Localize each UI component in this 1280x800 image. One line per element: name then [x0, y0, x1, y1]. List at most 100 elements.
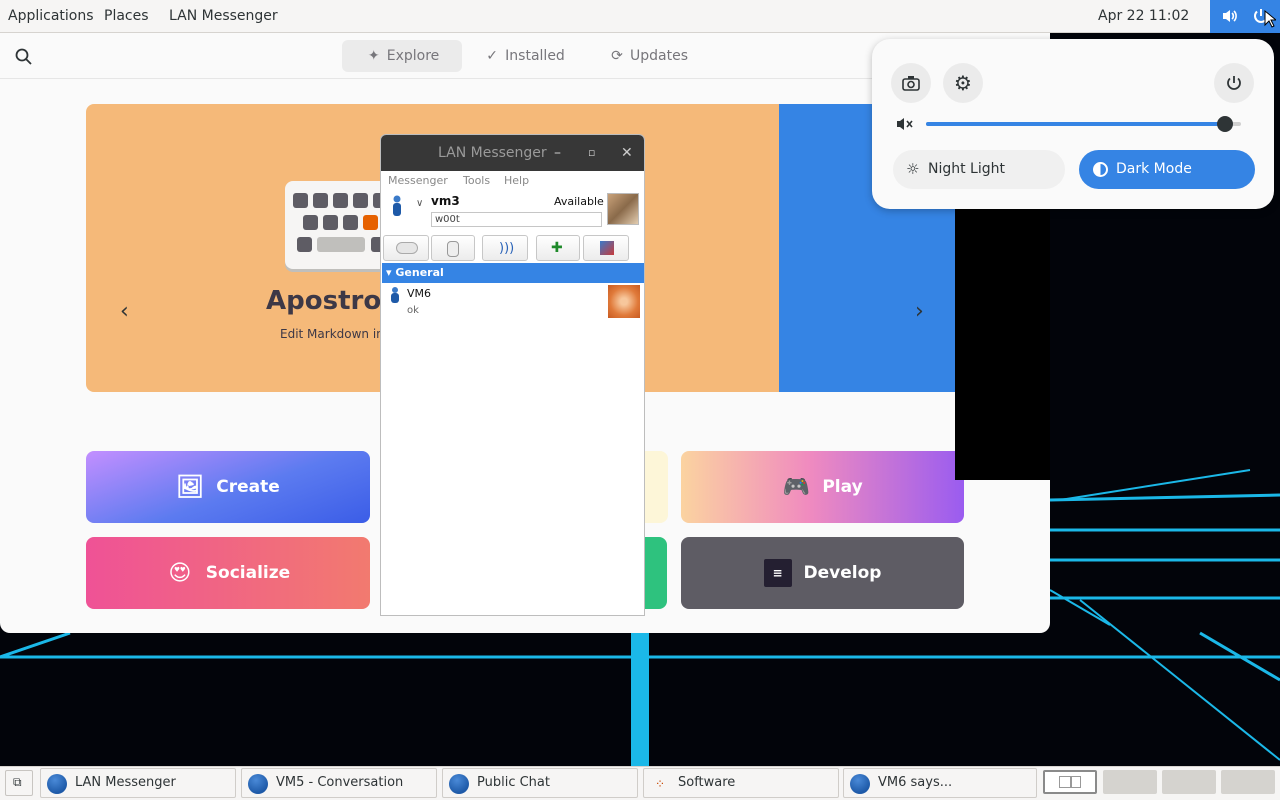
screenshot-button[interactable] [891, 63, 931, 103]
workspace-1[interactable] [1043, 770, 1097, 794]
user-status-icon [393, 195, 401, 216]
broadcast-icon: ))) [499, 241, 515, 256]
close-icon[interactable]: ✕ [621, 135, 633, 171]
category-socialize-label: Socialize [205, 563, 291, 583]
applications-menu[interactable]: Applications [8, 0, 94, 33]
workspace-window-thumb [1059, 776, 1071, 788]
settings-button[interactable]: ⚙ [943, 63, 983, 103]
category-partial-tile[interactable] [645, 451, 668, 523]
gear-icon: ⚙ [954, 71, 972, 95]
workspace-2[interactable] [1103, 770, 1157, 794]
create-icon: 🖼 [176, 474, 205, 500]
category-develop[interactable]: ≡ Develop [681, 537, 964, 609]
explore-icon: ✦ [367, 48, 380, 64]
volume-muted-icon[interactable] [895, 115, 915, 133]
task-public-chat[interactable]: Public Chat [442, 768, 638, 798]
workspace-4[interactable] [1221, 770, 1275, 794]
dark-mode-toggle[interactable]: Dark Mode [1079, 150, 1255, 189]
dark-mode-icon [1093, 162, 1108, 177]
top-panel: Applications Places LAN Messenger Apr 22… [0, 0, 1280, 33]
tools-button[interactable] [583, 235, 629, 261]
lan-messenger-icon [47, 774, 67, 794]
lan-window-title: LAN Messenger [438, 145, 547, 161]
user-note-field[interactable]: w00t [431, 212, 602, 227]
tab-installed-label: Installed [505, 48, 565, 64]
software-icon: ⁘ [654, 777, 666, 791]
night-light-toggle[interactable]: ☼ Night Light [893, 150, 1065, 189]
places-menu[interactable]: Places [104, 0, 149, 33]
task-lan-messenger[interactable]: LAN Messenger [40, 768, 236, 798]
task-label: Software [678, 775, 736, 790]
sun-icon: ☼ [906, 160, 920, 178]
task-label: LAN Messenger [75, 775, 176, 790]
tab-explore-label: Explore [386, 48, 440, 64]
add-contact-button[interactable]: ✚ [536, 235, 580, 261]
dark-mode-label: Dark Mode [1116, 161, 1192, 177]
workspace-window-thumb [1071, 776, 1081, 788]
tab-installed[interactable]: ✓ Installed [474, 40, 574, 72]
user-name: vm3 [431, 194, 460, 208]
task-software[interactable]: ⁘ Software [643, 768, 839, 798]
terminal-icon: ≡ [763, 559, 792, 587]
group-label: General [395, 266, 444, 279]
power-icon [1227, 76, 1241, 90]
system-tray[interactable] [1210, 0, 1280, 33]
chat-button[interactable] [383, 235, 429, 261]
banner-next-arrow-icon[interactable]: › [915, 299, 924, 324]
quick-settings-menu: ⚙ ☼ Night Light Dark Mode [872, 39, 1274, 209]
volume-slider[interactable] [926, 116, 1241, 132]
featured-app-subtitle: Edit Markdown in s [280, 327, 394, 341]
broadcast-button[interactable]: ))) [482, 235, 528, 261]
search-icon[interactable] [15, 48, 32, 65]
menu-help[interactable]: Help [504, 174, 529, 187]
task-label: VM5 - Conversation [276, 775, 404, 790]
gamepad-icon: 🎮 [782, 474, 811, 500]
camera-icon [902, 76, 920, 91]
menu-tools[interactable]: Tools [463, 174, 490, 187]
task-vm5-conversation[interactable]: VM5 - Conversation [241, 768, 437, 798]
active-app-menu[interactable]: LAN Messenger [169, 0, 278, 33]
show-desktop-button[interactable]: ⧉ [5, 770, 33, 796]
tab-explore[interactable]: ✦ Explore [342, 40, 462, 72]
send-file-button[interactable] [431, 235, 475, 261]
user-status[interactable]: Available [554, 195, 604, 208]
tab-updates-label: Updates [630, 48, 688, 64]
category-develop-label: Develop [803, 563, 882, 583]
task-label: VM6 says... [878, 775, 953, 790]
heart-eyes-icon: 😍 [168, 560, 192, 586]
lan-menubar: Messenger Tools Help [381, 171, 644, 189]
user-avatar[interactable] [607, 193, 639, 225]
lan-titlebar[interactable]: LAN Messenger – ▫ ✕ [381, 135, 644, 171]
desktop-black-region [955, 208, 1050, 480]
category-create-label: Create [216, 477, 280, 497]
task-label: Public Chat [477, 775, 550, 790]
add-contact-icon: ✚ [551, 240, 563, 256]
menu-messenger[interactable]: Messenger [388, 174, 448, 187]
workspace-3[interactable] [1162, 770, 1216, 794]
mouse-cursor-icon [1264, 10, 1276, 28]
status-dropdown-icon[interactable]: ∨ [416, 198, 423, 209]
category-create[interactable]: 🖼 Create [86, 451, 370, 523]
maximize-icon[interactable]: ▫ [588, 135, 595, 171]
contact-name: VM6 [407, 287, 432, 300]
tab-updates[interactable]: ⟳ Updates [598, 40, 698, 72]
bottom-taskbar: ⧉ LAN Messenger VM5 - Conversation Publi… [0, 766, 1280, 800]
volume-icon [1223, 10, 1237, 22]
banner-prev-arrow-icon[interactable]: ‹ [120, 299, 129, 324]
task-vm6-says[interactable]: VM6 says... [843, 768, 1037, 798]
lan-messenger-window: LAN Messenger – ▫ ✕ Messenger Tools Help… [380, 134, 645, 616]
category-socialize[interactable]: 😍 Socialize [86, 537, 370, 609]
volume-slider-knob[interactable] [1217, 116, 1234, 132]
minimize-icon[interactable]: – [554, 135, 561, 171]
lan-messenger-icon [850, 774, 870, 794]
chat-bubble-icon [396, 242, 418, 254]
clock[interactable]: Apr 22 11:02 [1098, 0, 1189, 33]
category-play[interactable]: 🎮 Play [681, 451, 964, 523]
group-expand-icon: ▾ [386, 266, 392, 279]
mouse-icon [447, 241, 459, 257]
group-general[interactable]: ▾ General [382, 263, 644, 283]
contact-item[interactable]: VM6 ok [382, 285, 644, 321]
power-off-button[interactable] [1214, 63, 1254, 103]
contact-status-icon [391, 287, 399, 303]
category-partial-tile-green[interactable] [645, 537, 667, 609]
